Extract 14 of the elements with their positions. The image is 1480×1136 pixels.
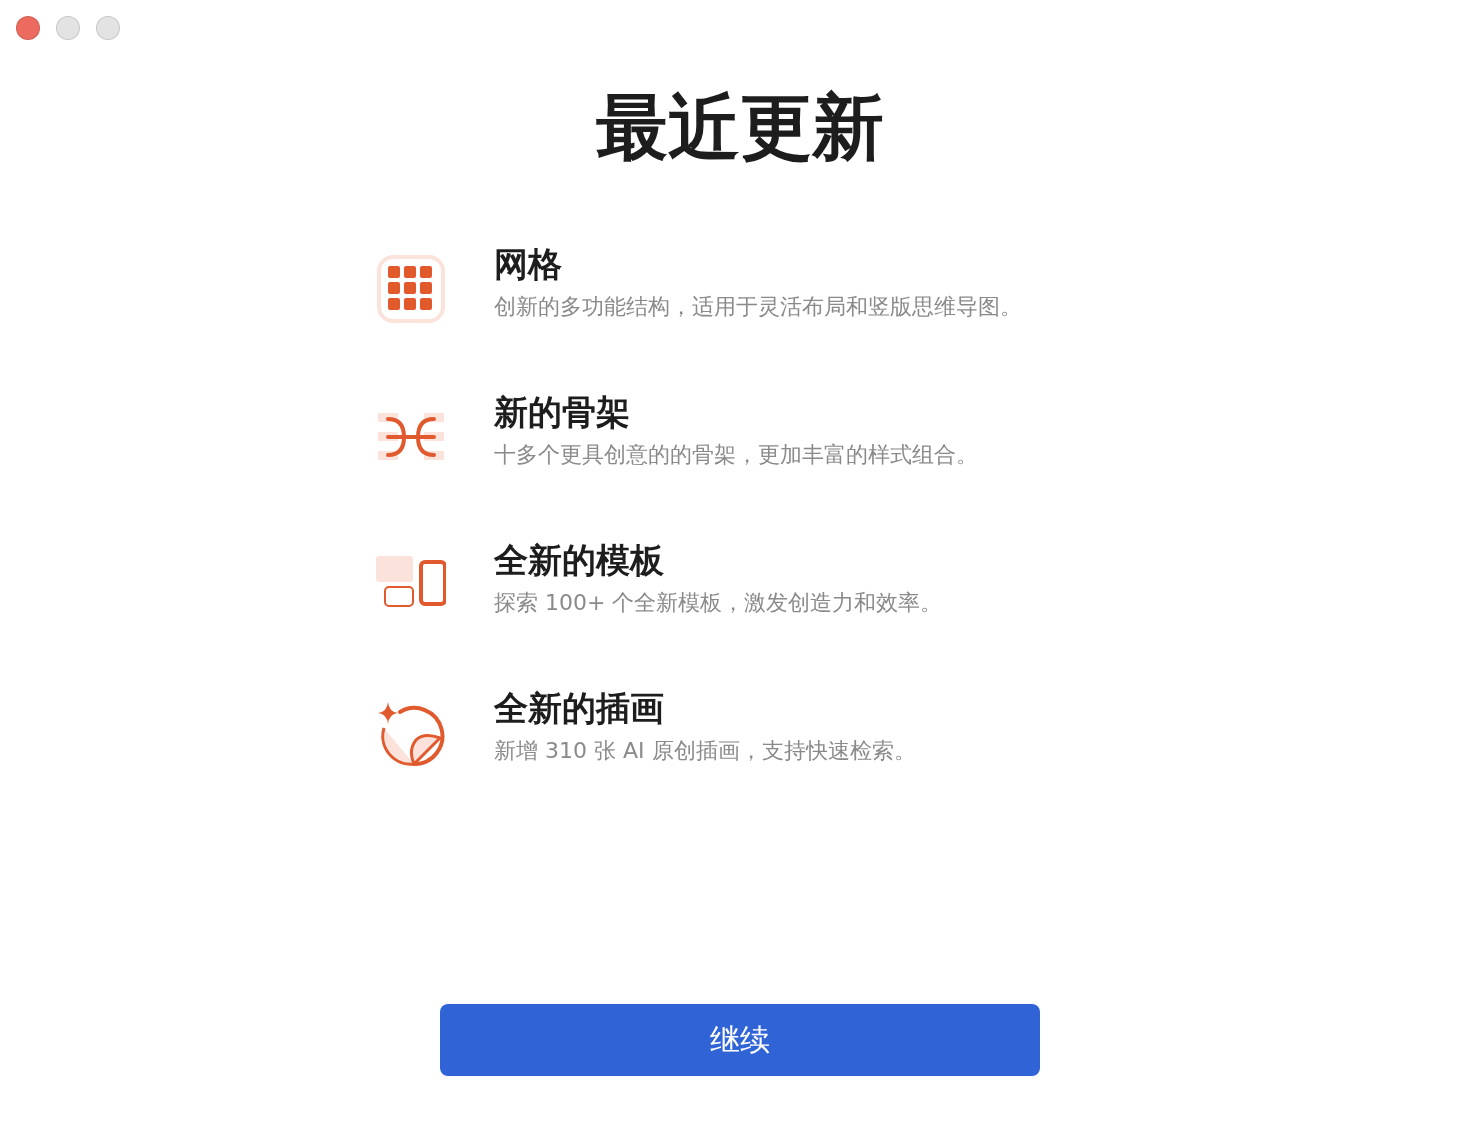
- feature-title: 新的骨架: [494, 391, 631, 435]
- feature-description: 新增 310 张 AI 原创插画，支持快速检索。: [494, 737, 916, 766]
- feature-title: 全新的插画: [494, 687, 665, 731]
- feature-description: 创新的多功能结构，适用于灵活布局和竖版思维导图。: [494, 293, 1022, 322]
- grid-icon: [376, 254, 446, 325]
- feature-title: 网格: [494, 243, 563, 287]
- feature-title: 全新的模板: [494, 539, 665, 583]
- zoom-button[interactable]: [96, 16, 120, 40]
- dialog-title: 最近更新: [596, 84, 884, 171]
- continue-button[interactable]: 继续: [440, 1004, 1040, 1076]
- close-button[interactable]: [16, 16, 40, 40]
- feature-description: 探索 100+ 个全新模板，激发创造力和效率。: [494, 589, 943, 618]
- feature-description: 十多个更具创意的的骨架，更加丰富的样式组合。: [494, 441, 978, 470]
- minimize-button[interactable]: [56, 16, 80, 40]
